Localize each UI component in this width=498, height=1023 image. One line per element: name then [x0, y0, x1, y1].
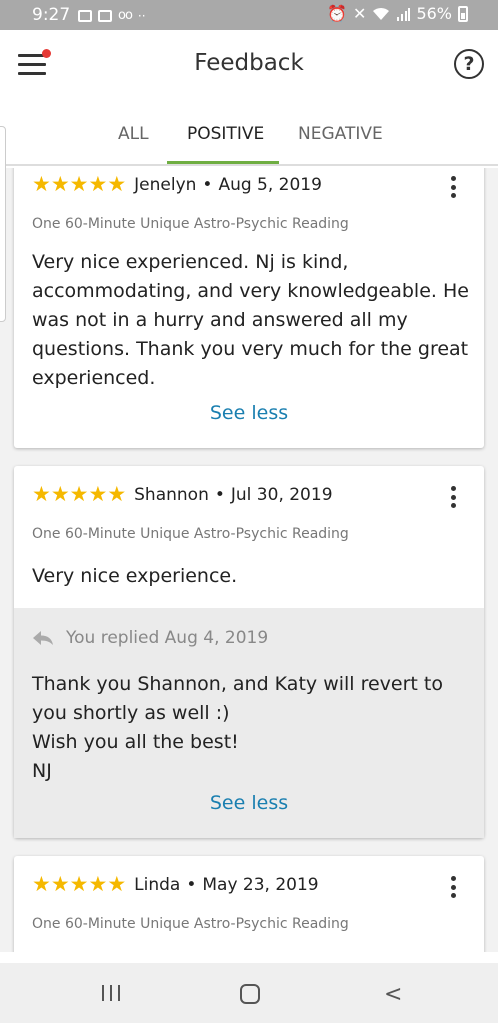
status-left-icons: oo ··	[78, 8, 146, 23]
mail-icon	[98, 9, 112, 22]
star-rating: ★ ★ ★ ★ ★	[32, 174, 126, 195]
review-card: ★ ★ ★ ★ ★ Linda • May 23, 2019 One 60-Mi…	[14, 856, 484, 952]
reviewer-name: Linda	[134, 874, 181, 895]
reply-box: You replied Aug 4, 2019 Thank you Shanno…	[14, 608, 484, 838]
wifi-icon	[373, 7, 390, 20]
feedback-tabs: ALL POSITIVE NEGATIVE	[0, 98, 498, 166]
more-options-button[interactable]	[448, 486, 458, 508]
star-icon: ★	[69, 172, 89, 196]
star-icon: ★	[88, 482, 108, 506]
active-tab-indicator	[167, 161, 279, 164]
alarm-icon: ⏰	[327, 4, 348, 23]
reply-text: Thank you Shannon, and Katy will revert …	[32, 673, 443, 782]
star-icon: ★	[32, 482, 51, 506]
see-less-link[interactable]: See less	[14, 792, 484, 814]
tab-positive[interactable]: POSITIVE	[187, 124, 264, 144]
help-button[interactable]: ?	[454, 49, 484, 79]
reply-icon	[33, 631, 53, 645]
product-name: One 60-Minute Unique Astro-Psychic Readi…	[32, 526, 349, 542]
app-bar: Feedback ?	[0, 30, 498, 98]
image-icon	[78, 9, 92, 22]
see-less-link[interactable]: See less	[14, 402, 484, 424]
star-icon: ★	[69, 482, 89, 506]
star-icon: ★	[50, 172, 70, 196]
signal-icon	[397, 7, 411, 21]
tab-all[interactable]: ALL	[118, 124, 149, 144]
more-options-button[interactable]	[448, 876, 458, 898]
separator: •	[214, 484, 225, 505]
star-icon: ★	[88, 872, 108, 896]
review-header: ★ ★ ★ ★ ★ Linda • May 23, 2019	[32, 874, 319, 895]
star-rating: ★ ★ ★ ★ ★	[32, 874, 126, 895]
review-date: Aug 5, 2019	[218, 174, 322, 195]
system-nav-bar: <	[0, 963, 498, 1023]
recent-apps-button[interactable]	[102, 985, 120, 1001]
reply-date-label: You replied Aug 4, 2019	[66, 628, 269, 648]
page-title: Feedback	[194, 50, 304, 76]
review-date: May 23, 2019	[202, 874, 319, 895]
tab-negative[interactable]: NEGATIVE	[298, 124, 383, 144]
side-panel-handle[interactable]	[0, 126, 6, 322]
review-date: Jul 30, 2019	[230, 484, 333, 505]
separator: •	[202, 174, 213, 195]
star-icon: ★	[107, 172, 127, 196]
star-icon: ★	[32, 172, 51, 196]
battery-icon	[458, 5, 468, 22]
review-text: Very nice experience.	[32, 565, 238, 587]
status-bar: 9:27 oo ·· ⏰ ✕ 56%	[0, 0, 498, 30]
voicemail-icon: oo	[118, 8, 133, 23]
star-rating: ★ ★ ★ ★ ★	[32, 484, 126, 505]
home-button[interactable]	[240, 984, 260, 1004]
more-options-button[interactable]	[448, 176, 458, 198]
separator: •	[186, 874, 197, 895]
star-icon: ★	[107, 872, 127, 896]
more-vert-icon	[450, 876, 456, 881]
review-header: ★ ★ ★ ★ ★ Jenelyn • Aug 5, 2019	[32, 174, 322, 195]
help-icon: ?	[463, 53, 475, 75]
review-list[interactable]: ★ ★ ★ ★ ★ Jenelyn • Aug 5, 2019 One 60-M…	[0, 168, 498, 952]
recent-apps-icon	[102, 985, 104, 1001]
more-dots-icon: ··	[137, 8, 146, 23]
review-header: ★ ★ ★ ★ ★ Shannon • Jul 30, 2019	[32, 484, 333, 505]
star-icon: ★	[50, 482, 70, 506]
star-icon: ★	[69, 872, 89, 896]
back-button[interactable]: <	[384, 982, 402, 1007]
reviewer-name: Jenelyn	[134, 174, 197, 195]
review-card: ★ ★ ★ ★ ★ Jenelyn • Aug 5, 2019 One 60-M…	[14, 168, 484, 448]
review-card: ★ ★ ★ ★ ★ Shannon • Jul 30, 2019 One 60-…	[14, 466, 484, 838]
reply-meta: You replied Aug 4, 2019	[32, 628, 268, 648]
product-name: One 60-Minute Unique Astro-Psychic Readi…	[32, 216, 349, 232]
reviewer-name: Shannon	[134, 484, 209, 505]
product-name: One 60-Minute Unique Astro-Psychic Readi…	[32, 916, 349, 932]
more-vert-icon	[450, 486, 456, 491]
more-vert-icon	[450, 176, 456, 181]
mute-icon: ✕	[353, 4, 367, 23]
status-time: 9:27	[32, 5, 71, 25]
star-icon: ★	[88, 172, 108, 196]
review-text: Very nice experienced. Nj is kind, accom…	[32, 251, 469, 389]
star-icon: ★	[32, 872, 51, 896]
star-icon: ★	[107, 482, 127, 506]
star-icon: ★	[50, 872, 70, 896]
battery-percent: 56%	[416, 4, 452, 23]
status-right-icons: ⏰ ✕ 56%	[327, 4, 468, 23]
